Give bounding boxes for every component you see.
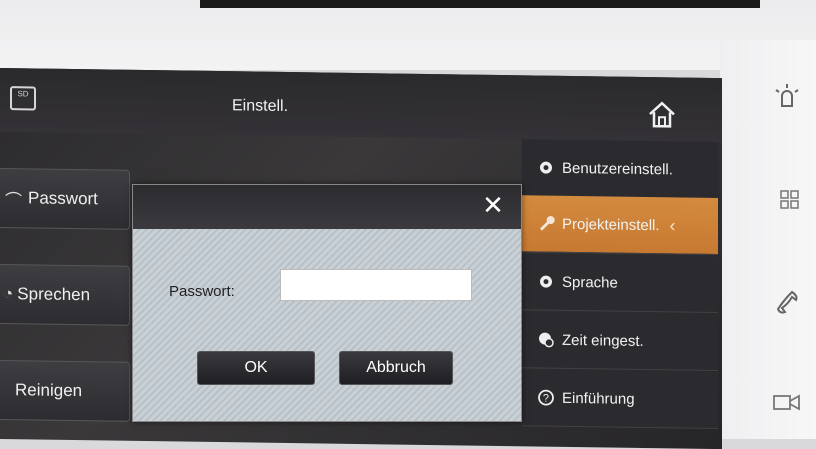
- home-icon[interactable]: [646, 99, 678, 129]
- sd-card-icon: SD: [10, 86, 36, 111]
- chevron-left-icon: ‹: [669, 214, 676, 235]
- sidebar-item-label: Benutzereinstell.: [562, 159, 673, 178]
- clean-button-label: Reinigen: [15, 380, 83, 401]
- wrench-icon: [536, 213, 556, 233]
- help-icon: ?: [536, 387, 556, 407]
- password-input[interactable]: [280, 269, 472, 301]
- password-dialog: ✕ Passwort: OK Abbruch: [132, 184, 522, 422]
- password-label: Passwort:: [169, 283, 235, 300]
- sidebar-item-introduction[interactable]: ? Einführung: [522, 369, 718, 430]
- device-bezel-top: [0, 0, 816, 70]
- grid-menu-icon[interactable]: [780, 190, 800, 210]
- sidebar-item-label: Sprache: [562, 273, 618, 292]
- phone-icon[interactable]: [774, 288, 802, 316]
- password-button-label: Passwort: [28, 188, 98, 209]
- talk-button-label: Sprechen: [17, 284, 91, 305]
- sidebar-item-language[interactable]: Sprache: [522, 253, 718, 314]
- cancel-button[interactable]: Abbruch: [339, 351, 453, 385]
- password-button[interactable]: ⌒ Passwort: [0, 167, 130, 230]
- sidebar-item-time-settings[interactable]: Zeit eingest.: [522, 311, 718, 372]
- password-icon: ⌒: [5, 190, 22, 210]
- talk-button[interactable]: ◔ Sprechen: [0, 263, 130, 326]
- close-icon[interactable]: ✕: [481, 192, 505, 218]
- gear-icon: [536, 157, 556, 177]
- top-bar: SD Einstell.: [0, 68, 722, 143]
- sidebar-item-user-settings[interactable]: Benutzereinstell.: [522, 139, 718, 200]
- sidebar-item-label: Einführung: [562, 389, 635, 408]
- video-camera-icon[interactable]: [772, 392, 802, 414]
- page-title: Einstell.: [232, 97, 289, 116]
- talk-icon: ◔: [3, 284, 14, 304]
- light-icon[interactable]: [770, 80, 804, 114]
- clean-button[interactable]: Reinigen: [0, 359, 130, 422]
- clock-gear-icon: [536, 329, 556, 349]
- svg-text:?: ?: [543, 393, 549, 405]
- sidebar-item-label: Projekteinstell.: [562, 215, 660, 234]
- gear-icon: [536, 271, 556, 291]
- sidebar-item-label: Zeit eingest.: [562, 331, 644, 350]
- ok-button[interactable]: OK: [197, 351, 315, 385]
- dialog-header: ✕: [133, 185, 521, 229]
- sidebar-item-project-settings[interactable]: Projekteinstell. ‹: [522, 195, 718, 256]
